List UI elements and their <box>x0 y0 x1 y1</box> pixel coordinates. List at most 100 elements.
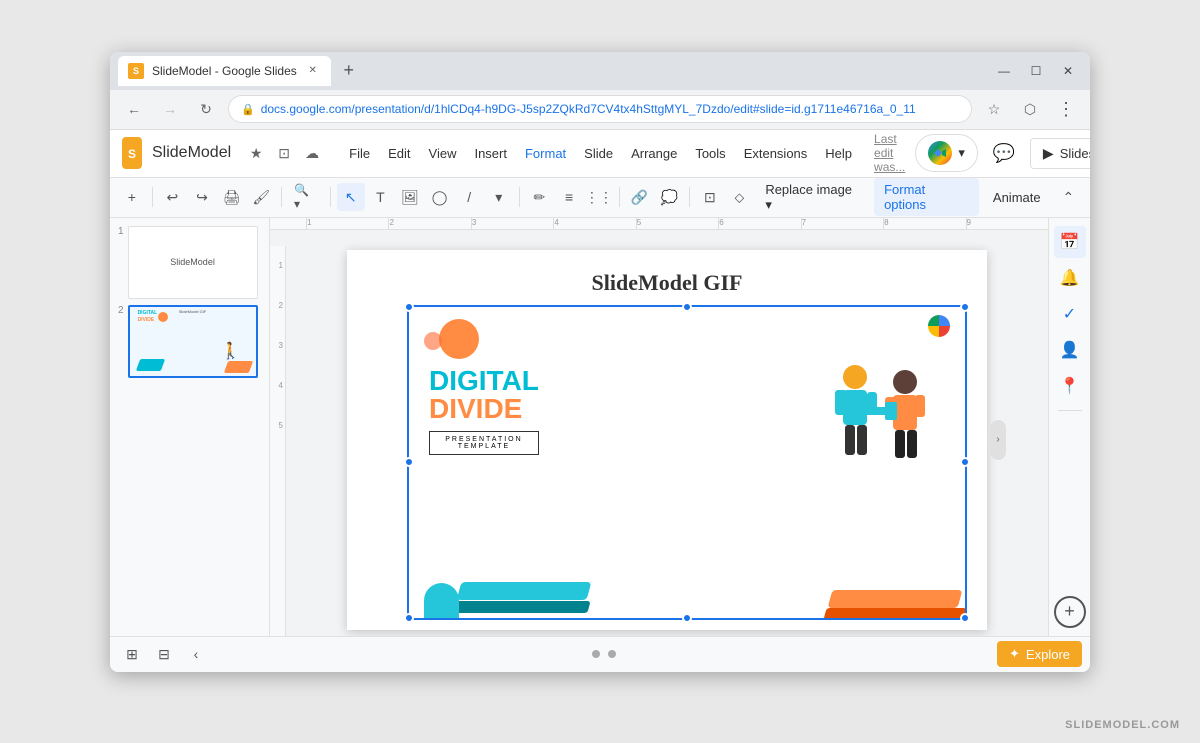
selection-handle-bottom-right[interactable] <box>960 613 970 623</box>
title-bar: S SlideModel - Google Slides ✕ + — ☐ ✕ <box>110 52 1090 90</box>
right-panel-contacts-icon[interactable]: 👤 <box>1054 334 1086 366</box>
toolbar-comment-button[interactable]: 💭 <box>655 183 683 211</box>
menu-format[interactable]: Format <box>517 142 574 165</box>
toolbar-crop-button[interactable]: ⊡ <box>696 183 724 211</box>
refresh-button[interactable]: ↻ <box>192 95 220 123</box>
toolbar-align-button[interactable]: ≡ <box>555 183 583 211</box>
toolbar-textbox-button[interactable]: T <box>367 183 395 211</box>
last-edit-status[interactable]: Last edit was... <box>874 132 905 174</box>
slide-1-label: SlideModel <box>170 257 215 267</box>
selection-handle-left[interactable] <box>404 457 414 467</box>
toolbar-zoom-dropdown[interactable]: 🔍 ▾ <box>288 179 324 215</box>
slideshow-main-button[interactable]: ▶ Slideshow <box>1031 139 1090 168</box>
toolbar-line-button[interactable]: / <box>455 183 483 211</box>
main-content: 1 SlideModel 2 DIGITAL DIVIDE SlideModel… <box>110 218 1090 636</box>
menu-edit[interactable]: Edit <box>380 142 418 165</box>
toolbar-mask-button[interactable]: ⬦ <box>726 183 754 211</box>
toolbar-select-button[interactable]: ↖ <box>337 183 365 211</box>
toolbar-align2-button[interactable]: ⋮⋮ <box>585 183 613 211</box>
url-bar[interactable]: 🔒 docs.google.com/presentation/d/1hlCDq4… <box>228 95 972 123</box>
grid-view-button[interactable]: ⊟ <box>150 640 178 668</box>
toolbar-pen-button[interactable]: ✏ <box>526 183 554 211</box>
menu-view[interactable]: View <box>421 142 465 165</box>
url-text: docs.google.com/presentation/d/1hlCDq4-h… <box>261 102 959 116</box>
right-panel-calendar-icon[interactable]: 📅 <box>1054 226 1086 258</box>
star-icon[interactable]: ★ <box>245 142 267 164</box>
menu-extensions[interactable]: Extensions <box>736 142 816 165</box>
filmstrip-view-button[interactable]: ⊞ <box>118 640 146 668</box>
meet-button[interactable]: ▾ <box>915 134 978 172</box>
app-header: S SlideModel ★ ⊡ ☁ File Edit View Insert… <box>110 130 1090 178</box>
small-circle-decoration <box>424 332 442 350</box>
minimize-button[interactable]: — <box>990 57 1018 85</box>
menu-arrange[interactable]: Arrange <box>623 142 685 165</box>
menu-tools[interactable]: Tools <box>687 142 733 165</box>
selection-handle-top-center[interactable] <box>682 302 692 312</box>
format-options-button[interactable]: Format options <box>874 178 979 216</box>
forward-button[interactable]: → <box>156 95 184 123</box>
toolbar-separator-2 <box>281 187 282 207</box>
bookmark-button[interactable]: ☆ <box>980 95 1008 123</box>
collapse-panel-button[interactable]: ‹ <box>182 640 210 668</box>
toolbar-redo-button[interactable]: ↪ <box>188 183 216 211</box>
selection-handle-right[interactable] <box>960 457 970 467</box>
toolbar-separator-5 <box>619 187 620 207</box>
toolbar-add-button[interactable]: + <box>118 183 146 211</box>
slide-2-thumbnail[interactable]: DIGITAL DIVIDE SlideModel GIF 🚶 <box>128 305 258 378</box>
toolbar-paintformat-button[interactable]: 🖌 <box>247 183 275 211</box>
orange-platform <box>828 590 963 608</box>
menu-file[interactable]: File <box>341 142 378 165</box>
replace-image-button[interactable]: Replace image ▾ <box>755 178 870 217</box>
back-button[interactable]: ← <box>120 95 148 123</box>
divide-text: DIVIDE <box>429 395 539 423</box>
address-bar: ← → ↻ 🔒 docs.google.com/presentation/d/1… <box>110 90 1090 130</box>
slide-1-thumbnail[interactable]: SlideModel <box>128 226 258 299</box>
slideshow-button-group: ▶ Slideshow ▾ <box>1030 138 1090 169</box>
browser-more-button[interactable]: ⋮ <box>1052 95 1080 123</box>
cast-button[interactable]: ⬡ <box>1016 95 1044 123</box>
cloud-icon[interactable]: ☁ <box>301 142 323 164</box>
maximize-button[interactable]: ☐ <box>1022 57 1050 85</box>
menu-bar: File Edit View Insert Format Slide Arran… <box>341 142 860 165</box>
close-button[interactable]: ✕ <box>1054 57 1082 85</box>
bottom-bar: ⊞ ⊟ ‹ ✦ Explore <box>110 636 1090 672</box>
pagination-dot-2 <box>608 650 616 658</box>
menu-help[interactable]: Help <box>817 142 860 165</box>
toolbar-link-button[interactable]: 🔗 <box>626 183 654 211</box>
image-selection-box[interactable]: DIGITAL DIVIDE PRESENTATION TEMPLATE <box>407 305 967 620</box>
slide-container: SlideModel GIF <box>286 230 1048 636</box>
right-panel-notification-icon[interactable]: 🔔 <box>1054 262 1086 294</box>
canvas-expand-button[interactable]: › <box>990 420 1006 460</box>
add-to-drive-icon[interactable]: ⊡ <box>273 142 295 164</box>
menu-slide[interactable]: Slide <box>576 142 621 165</box>
new-tab-button[interactable]: + <box>335 57 363 85</box>
right-panel-tasks-icon[interactable]: ✓ <box>1054 298 1086 330</box>
toolbar-dropdown2-button[interactable]: ▾ <box>485 183 513 211</box>
toolbar-print-button[interactable]: 🖨 <box>218 183 246 211</box>
toolbar-separator-6 <box>689 187 690 207</box>
right-panel-maps-icon[interactable]: 📍 <box>1054 370 1086 402</box>
explore-button[interactable]: ✦ Explore <box>997 641 1082 667</box>
browser-tab[interactable]: S SlideModel - Google Slides ✕ <box>118 56 331 86</box>
toolbar-undo-button[interactable]: ↩ <box>159 183 187 211</box>
teal-platform <box>457 582 592 600</box>
menu-insert[interactable]: Insert <box>466 142 515 165</box>
watermark: SLIDEMODEL.COM <box>1065 719 1180 731</box>
comment-button[interactable]: 💬 <box>986 135 1022 171</box>
explore-label: Explore <box>1026 647 1070 662</box>
animate-button[interactable]: Animate <box>983 186 1051 209</box>
selection-handle-bottom-left[interactable] <box>404 613 414 623</box>
slide-canvas[interactable]: SlideModel GIF <box>347 250 987 630</box>
selection-handle-bottom-center[interactable] <box>682 613 692 623</box>
selection-handle-top-right[interactable] <box>960 302 970 312</box>
right-panel-add-button[interactable]: + <box>1054 596 1086 628</box>
tab-close-button[interactable]: ✕ <box>305 63 321 79</box>
toolbar-separator-1 <box>152 187 153 207</box>
toolbar-image-button[interactable]: 🖼 <box>396 183 424 211</box>
toolbar-shapes-button[interactable]: ◯ <box>426 183 454 211</box>
app-logo: S <box>122 137 142 169</box>
selection-handle-top-left[interactable] <box>404 302 414 312</box>
toolbar-collapse-button[interactable]: ⌃ <box>1055 183 1082 211</box>
google-colors-icon <box>928 315 950 337</box>
slide-1-wrapper: 1 SlideModel <box>118 226 261 299</box>
